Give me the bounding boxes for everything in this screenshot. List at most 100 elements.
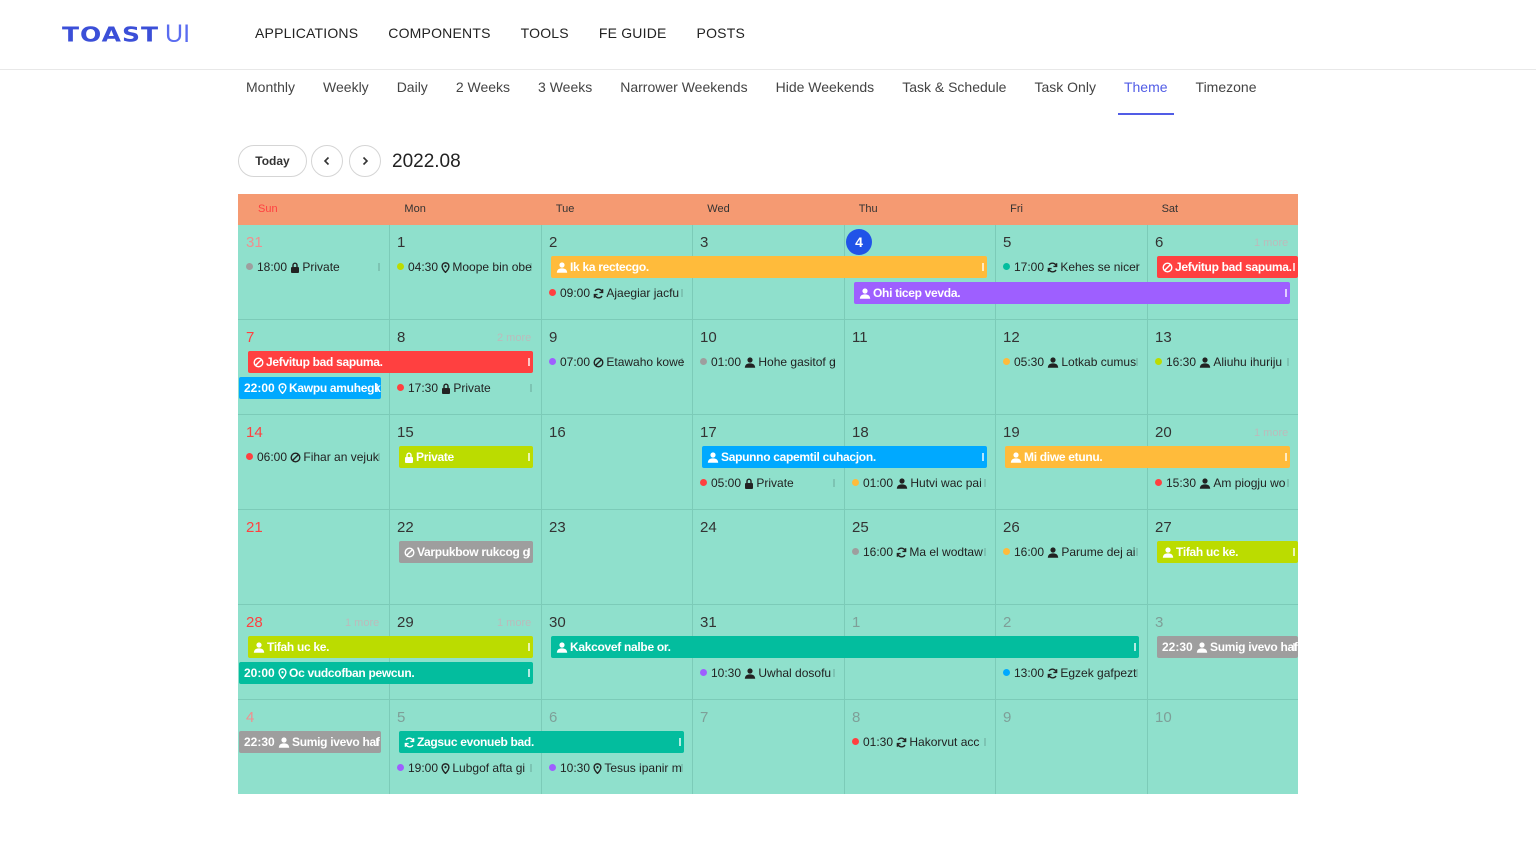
date-number[interactable]: 1	[852, 614, 860, 631]
resize-handle[interactable]	[528, 669, 530, 677]
schedule-item[interactable]: 10:30 Uwhal dosofu	[700, 662, 838, 684]
schedule-bar[interactable]: Private	[399, 446, 533, 468]
date-number[interactable]: 9	[1003, 709, 1011, 726]
date-number[interactable]: 16	[549, 424, 566, 441]
resize-handle[interactable]	[833, 669, 835, 677]
schedule-bar[interactable]: Varpukbow rukcog g	[399, 541, 533, 563]
resize-handle[interactable]	[530, 263, 532, 271]
more-events-link[interactable]: 1 more	[345, 617, 379, 629]
schedule-item[interactable]: 16:00 Ma el wodtaw	[852, 541, 989, 563]
resize-handle[interactable]	[1134, 643, 1136, 651]
resize-handle[interactable]	[1293, 643, 1295, 651]
date-number[interactable]: 2	[549, 234, 557, 251]
date-number[interactable]: 21	[246, 519, 263, 536]
resize-handle[interactable]	[378, 453, 380, 461]
resize-handle[interactable]	[681, 764, 683, 772]
nav-posts[interactable]: POSTS	[697, 25, 745, 41]
date-number[interactable]: 17	[700, 424, 717, 441]
date-number[interactable]: 13	[1155, 329, 1172, 346]
schedule-bar[interactable]: Jefvitup bad sapuma.	[248, 351, 533, 373]
nav-fe-guide[interactable]: FE GUIDE	[599, 25, 667, 41]
date-number[interactable]: 28	[246, 614, 263, 631]
resize-handle[interactable]	[1293, 548, 1295, 556]
tab-theme[interactable]: Theme	[1110, 71, 1182, 115]
resize-handle[interactable]	[1293, 263, 1295, 271]
date-number[interactable]: 6	[1155, 234, 1163, 251]
tab-timezone[interactable]: Timezone	[1182, 71, 1271, 115]
resize-handle[interactable]	[1287, 358, 1289, 366]
schedule-bar[interactable]: Mi diwe etunu.	[1005, 446, 1290, 468]
tab-task-only[interactable]: Task Only	[1020, 71, 1109, 115]
date-number[interactable]: 8	[852, 709, 860, 726]
next-month-button[interactable]	[349, 145, 381, 177]
prev-month-button[interactable]	[311, 145, 343, 177]
schedule-bar[interactable]: Sapunno capemtil cuhacjon.	[702, 446, 987, 468]
date-number[interactable]: 31	[246, 234, 263, 251]
date-number[interactable]: 7	[700, 709, 708, 726]
date-number[interactable]: 3	[1155, 614, 1163, 631]
resize-handle[interactable]	[376, 384, 378, 392]
schedule-item[interactable]: 15:30 Am piogju wo	[1155, 472, 1292, 494]
date-number[interactable]: 19	[1003, 424, 1020, 441]
tab-2-weeks[interactable]: 2 Weeks	[442, 71, 524, 115]
schedule-bar[interactable]: Zagsuc evonueb bad.	[399, 731, 684, 753]
date-number[interactable]: 5	[1003, 234, 1011, 251]
date-number[interactable]: 7	[246, 329, 254, 346]
date-number[interactable]: 23	[549, 519, 566, 536]
schedule-item[interactable]: 16:00 Parume dej ai	[1003, 541, 1141, 563]
schedule-bar[interactable]: Ik ka rectecgo.	[551, 256, 987, 278]
schedule-bar[interactable]: Ohi ticep vevda.	[854, 282, 1290, 304]
schedule-bar[interactable]: 20:00 Oc vudcofban pewcun.	[239, 662, 533, 684]
date-number[interactable]: 1	[397, 234, 405, 251]
date-number[interactable]: 20	[1155, 424, 1172, 441]
resize-handle[interactable]	[1136, 669, 1138, 677]
tab-task-schedule[interactable]: Task & Schedule	[888, 71, 1020, 115]
more-events-link[interactable]: 1 more	[1254, 237, 1288, 249]
resize-handle[interactable]	[376, 738, 378, 746]
schedule-item[interactable]: 10:30 Tesus ipanir m	[549, 757, 686, 779]
date-number[interactable]: 30	[549, 614, 566, 631]
nav-components[interactable]: COMPONENTS	[388, 25, 490, 41]
date-number[interactable]: 31	[700, 614, 717, 631]
date-number[interactable]: 18	[852, 424, 869, 441]
resize-handle[interactable]	[1136, 548, 1138, 556]
resize-handle[interactable]	[984, 738, 986, 746]
toast-ui-logo[interactable]: TOAST UI	[62, 19, 190, 49]
tab-narrower-weekends[interactable]: Narrower Weekends	[606, 71, 761, 115]
date-number[interactable]: 12	[1003, 329, 1020, 346]
schedule-item[interactable]: 19:00 Lubgof afta gi	[397, 757, 535, 779]
schedule-item[interactable]: 17:30 Private	[397, 377, 535, 399]
date-number[interactable]: 10	[700, 329, 717, 346]
date-number[interactable]: 24	[700, 519, 717, 536]
date-number[interactable]: 9	[549, 329, 557, 346]
resize-handle[interactable]	[984, 548, 986, 556]
resize-handle[interactable]	[530, 764, 532, 772]
more-events-link[interactable]: 1 more	[1254, 427, 1288, 439]
today-button[interactable]: Today	[238, 145, 307, 177]
date-number[interactable]: 25	[852, 519, 869, 536]
resize-handle[interactable]	[528, 358, 530, 366]
resize-handle[interactable]	[528, 643, 530, 651]
more-events-link[interactable]: 2 more	[497, 332, 531, 344]
date-number[interactable]: 27	[1155, 519, 1172, 536]
resize-handle[interactable]	[1136, 263, 1138, 271]
resize-handle[interactable]	[528, 453, 530, 461]
date-number[interactable]: 15	[397, 424, 414, 441]
tab-3-weeks[interactable]: 3 Weeks	[524, 71, 606, 115]
schedule-bar[interactable]: 22:30 Sumig ivevo haf	[239, 731, 381, 753]
schedule-item[interactable]: 05:30 Lotkab cumus	[1003, 351, 1141, 373]
schedule-item[interactable]: 04:30 Moope bin obe	[397, 256, 535, 278]
resize-handle[interactable]	[1136, 358, 1138, 366]
date-number[interactable]: 22	[397, 519, 414, 536]
schedule-item[interactable]: 13:00 Egzek gafpezt	[1003, 662, 1141, 684]
resize-handle[interactable]	[833, 358, 835, 366]
date-number[interactable]: 2	[1003, 614, 1011, 631]
date-number[interactable]: 14	[246, 424, 263, 441]
date-number[interactable]: 4	[246, 709, 254, 726]
resize-handle[interactable]	[681, 289, 683, 297]
schedule-item[interactable]: 09:00 Ajaegiar jacfu	[549, 282, 686, 304]
nav-tools[interactable]: TOOLS	[521, 25, 569, 41]
resize-handle[interactable]	[1285, 453, 1287, 461]
resize-handle[interactable]	[833, 479, 835, 487]
date-number[interactable]: 6	[549, 709, 557, 726]
